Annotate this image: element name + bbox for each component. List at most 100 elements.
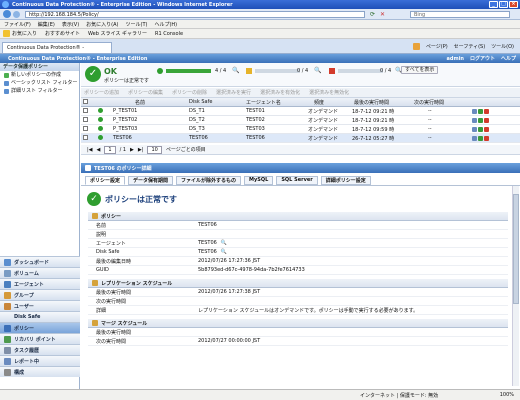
menu-view[interactable]: 表示(V) (62, 21, 79, 28)
row-checkbox[interactable] (83, 116, 88, 122)
nav-users[interactable]: ユーザー (0, 300, 80, 311)
select-all-checkbox[interactable] (83, 98, 88, 104)
edit-icon[interactable] (472, 108, 477, 114)
menu-favorites[interactable]: お気に入り(A) (86, 21, 118, 28)
nav-configuration[interactable]: 構成 (0, 366, 80, 377)
col-frequency[interactable]: 頻度 (306, 99, 350, 106)
tab-policy-settings[interactable]: ポリシー設定 (85, 175, 126, 185)
edit-icon[interactable] (472, 135, 477, 141)
disable-selected-button[interactable]: 選択済みを無効化 (309, 89, 349, 96)
delete-icon[interactable] (484, 126, 489, 132)
zoom-icon[interactable]: 🔍 (221, 240, 227, 246)
run-icon[interactable] (478, 108, 483, 114)
menu-help[interactable]: ヘルプ(H) (154, 21, 177, 28)
favorites-button[interactable]: お気に入り (12, 30, 37, 37)
delete-icon[interactable] (484, 135, 489, 141)
page-size-input[interactable]: 10 (147, 145, 162, 154)
nav-task-history[interactable]: タスク履歴 (0, 344, 80, 355)
add-policy-button[interactable]: ポリシーの追加 (84, 89, 119, 96)
back-icon[interactable] (3, 10, 11, 18)
last-page-icon[interactable]: ▶| (138, 147, 144, 153)
nav-policies[interactable]: ポリシー (0, 322, 80, 333)
status-warning-icon (246, 68, 252, 74)
refresh-icon[interactable]: ⟳ (370, 11, 375, 18)
logout-link[interactable]: ログアウト (470, 55, 495, 62)
help-link[interactable]: ヘルプ (501, 55, 516, 62)
fav-link-console[interactable]: R1 Console (155, 31, 183, 37)
tab-retention[interactable]: データ保有期間 (128, 175, 174, 185)
tab-sql-server[interactable]: SQL Server (276, 175, 318, 185)
table-row[interactable]: P_TEST02 DS_T2 TEST02 オンデマンド 18-7-12 09:… (81, 116, 520, 125)
nav-dashboard[interactable]: ダッシュボード (0, 256, 80, 267)
nav-disk-safe[interactable]: Disk Safe (0, 311, 80, 322)
delete-icon[interactable] (484, 117, 489, 123)
col-name[interactable]: 名前 (111, 99, 171, 106)
fav-link-webslice[interactable]: Web スライス ギャラリー (88, 30, 147, 37)
menu-edit[interactable]: 編集(E) (38, 21, 55, 28)
forward-icon[interactable] (13, 11, 20, 18)
run-icon[interactable] (478, 117, 483, 123)
show-all-button[interactable]: すべてを表示 (401, 66, 439, 74)
menu-tools[interactable]: ツール(T) (126, 21, 148, 28)
close-icon[interactable]: × (509, 1, 518, 8)
first-page-icon[interactable]: |◀ (87, 147, 93, 153)
page-input[interactable]: 1 (104, 145, 116, 154)
detail-row: 詳細 レプリケーション スケジュールはオンデマンドです。ポリシーは手動で実行する必… (88, 306, 508, 315)
run-icon[interactable] (478, 126, 483, 132)
edit-policy-button[interactable]: ポリシーの編集 (128, 89, 163, 96)
col-agent[interactable]: エージェント名 (236, 99, 306, 106)
nav-recovery-points[interactable]: リカバリ ポイント (0, 333, 80, 344)
stop-icon[interactable]: ✕ (380, 11, 385, 18)
user-link[interactable]: admin (447, 56, 464, 62)
table-row[interactable]: TEST06 TEST06 TEST06 オンデマンド 26-7-12 05:2… (81, 134, 520, 143)
home-icon[interactable] (412, 43, 420, 50)
tab-mysql[interactable]: MySQL (244, 175, 274, 185)
col-last-run[interactable]: 最後の実行時間 (350, 99, 410, 106)
safety-menu[interactable]: セーフティ(S) (454, 43, 485, 50)
row-checkbox[interactable] (83, 107, 88, 113)
ok-check-icon: ✓ (87, 192, 101, 206)
zoom-icon[interactable]: 🔍 (221, 249, 227, 255)
nav-groups[interactable]: グループ (0, 289, 80, 300)
maximize-icon[interactable]: □ (499, 1, 508, 8)
sidebar-item-advanced-filter[interactable]: 詳細リスト フィルター (0, 87, 79, 95)
run-icon[interactable] (478, 135, 483, 141)
col-next-run[interactable]: 次の実行時間 (410, 99, 480, 106)
nav-agents[interactable]: エージェント (0, 278, 80, 289)
enable-selected-button[interactable]: 選択済みを有効化 (260, 89, 300, 96)
scrollbar-thumb[interactable] (513, 194, 519, 304)
tools-menu[interactable]: ツール(O) (491, 43, 514, 50)
cell-agent: TEST01 (246, 108, 265, 114)
table-row[interactable]: P_TEST01 DS_T1 TEST01 オンデマンド 18-7-12 09:… (81, 107, 520, 116)
page-menu[interactable]: ページ(P) (426, 43, 448, 50)
next-page-icon[interactable]: ▶ (130, 147, 134, 153)
table-row[interactable]: P_TEST03 DS_T3 TEST03 オンデマンド 18-7-12 09:… (81, 125, 520, 134)
zoom-level[interactable]: 100% (500, 392, 514, 398)
col-disksafe[interactable]: Disk Safe (171, 99, 236, 105)
minimize-icon[interactable]: _ (489, 1, 498, 8)
row-checkbox[interactable] (83, 134, 88, 140)
prev-page-icon[interactable]: ◀ (97, 147, 101, 153)
edit-icon[interactable] (472, 126, 477, 132)
sidebar-item-basic-filter[interactable]: ベーシックリスト フィルター (0, 79, 79, 87)
nav-reports[interactable]: レポート中 (0, 355, 80, 366)
sidebar-item-new-policy[interactable]: 新しいポリシーの作成 (0, 71, 79, 79)
nav-volumes[interactable]: ボリューム (0, 267, 80, 278)
delete-policy-button[interactable]: ポリシーの削除 (172, 89, 207, 96)
zoom-icon[interactable]: 🔍 (232, 67, 239, 74)
zoom-icon[interactable]: 🔍 (314, 67, 321, 74)
policy-icon (4, 324, 11, 332)
menu-file[interactable]: ファイル(F) (4, 21, 31, 28)
app-header: Continuous Data Protection® - Enterprise… (0, 54, 520, 63)
run-selected-button[interactable]: 選択済みを実行 (216, 89, 251, 96)
edit-icon[interactable] (472, 117, 477, 123)
delete-icon[interactable] (484, 108, 489, 114)
url-input[interactable]: http://192.168.184.5/Policy/ (25, 11, 365, 18)
detail-scrollbar[interactable] (512, 186, 519, 386)
fav-link-suggested[interactable]: おすすめサイト (45, 30, 80, 37)
row-checkbox[interactable] (83, 125, 88, 131)
browser-tab[interactable]: Continuous Data Protection® - Enterprise… (2, 42, 112, 61)
search-input[interactable]: Bing (410, 11, 510, 18)
tab-advanced-settings[interactable]: 詳細ポリシー設定 (320, 175, 371, 185)
tab-file-exclusions[interactable]: ファイルが除外するもの (176, 175, 242, 185)
